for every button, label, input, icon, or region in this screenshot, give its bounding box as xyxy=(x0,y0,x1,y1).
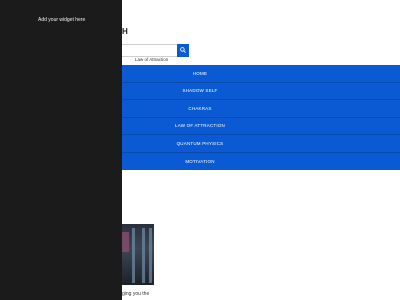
thumbnail-detail xyxy=(142,228,145,283)
page: H n Law of Attraction HOME SHADOW SELF C… xyxy=(0,0,400,300)
widget-placeholder-text: Add your widget here xyxy=(38,17,86,23)
widget-drawer: Add your widget here xyxy=(0,0,122,300)
site-title[interactable]: H xyxy=(122,27,128,36)
search-input[interactable] xyxy=(118,44,178,57)
thumbnail-detail xyxy=(149,228,152,283)
post-excerpt: ging you the xyxy=(122,291,150,297)
post-thumbnail[interactable] xyxy=(118,224,154,285)
search-icon xyxy=(180,47,186,53)
thumbnail-detail xyxy=(122,232,129,252)
search-button[interactable] xyxy=(177,44,189,57)
search-form xyxy=(118,44,190,57)
tag-link-law-of-attraction[interactable]: Law of Attraction xyxy=(135,57,168,62)
thumbnail-detail xyxy=(132,228,135,283)
